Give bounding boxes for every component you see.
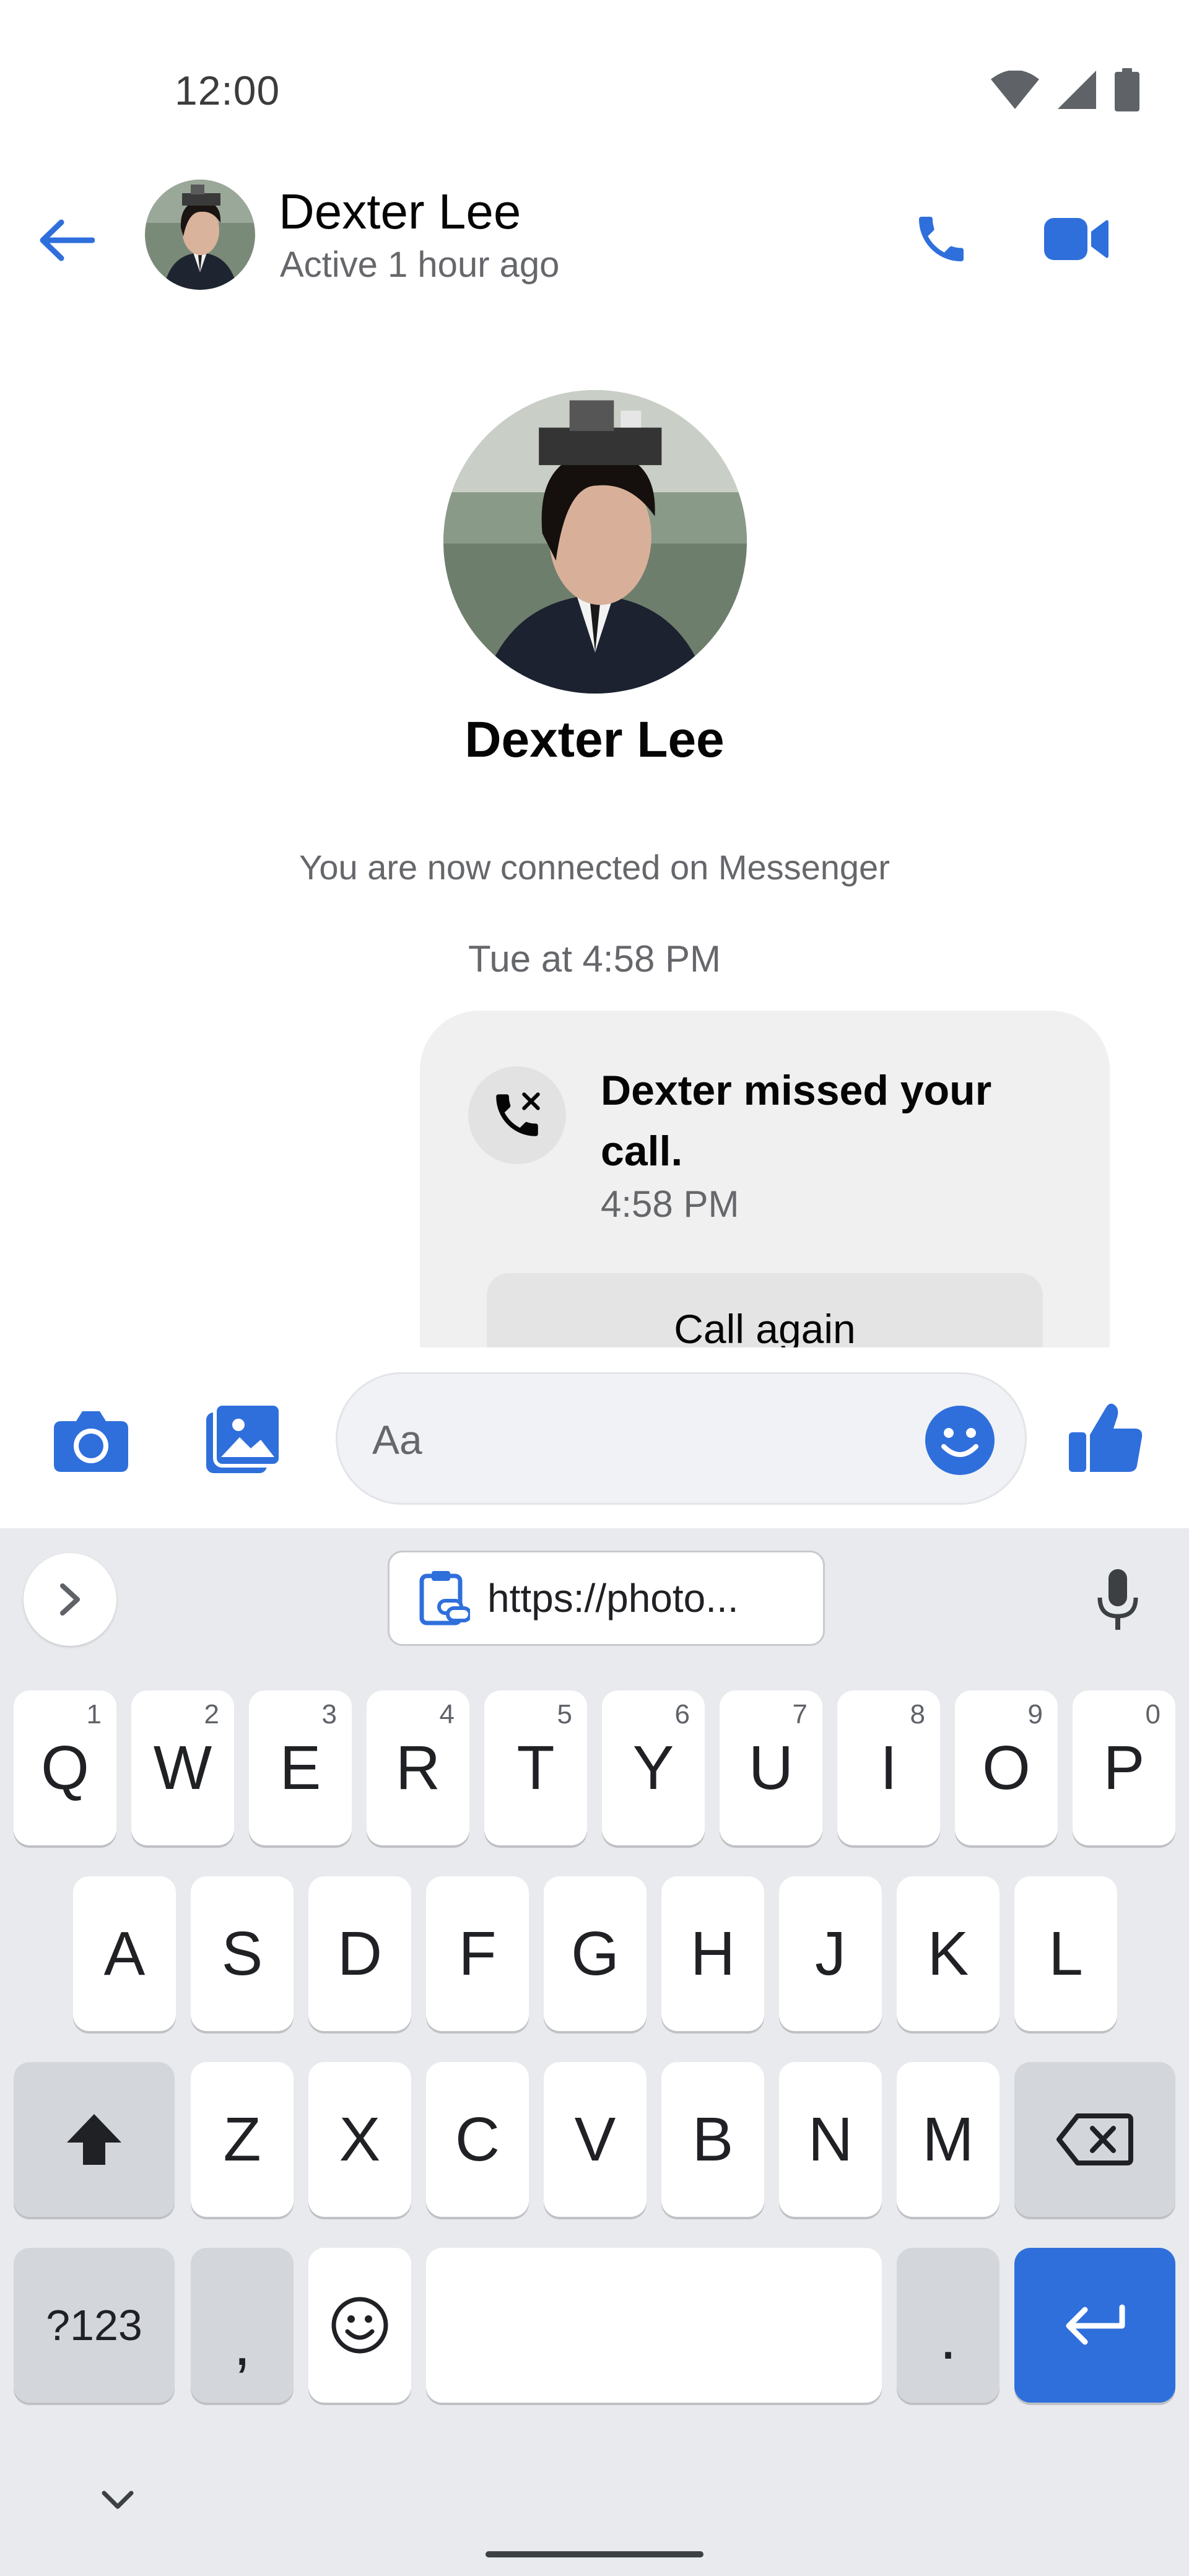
symbols-key[interactable]: ?123 xyxy=(14,2248,175,2403)
key-a[interactable]: A xyxy=(73,1876,176,2031)
connected-notice: You are now connected on Messenger xyxy=(299,848,890,887)
key-c[interactable]: C xyxy=(426,2062,529,2217)
key-f[interactable]: F xyxy=(426,1876,529,2031)
gallery-button[interactable] xyxy=(202,1397,285,1480)
message-composer xyxy=(0,1347,1189,1528)
period-key[interactable]: . xyxy=(897,2248,1000,2403)
enter-icon xyxy=(1066,2304,1125,2345)
key-p[interactable]: P0 xyxy=(1073,1690,1175,1845)
gallery-icon xyxy=(206,1404,281,1473)
keyboard-expand-button[interactable] xyxy=(24,1553,116,1646)
cellular-signal-icon xyxy=(1058,71,1096,112)
key-j[interactable]: J xyxy=(779,1876,882,2031)
key-o[interactable]: O9 xyxy=(955,1690,1058,1845)
key-n[interactable]: N xyxy=(779,2062,882,2217)
key-r[interactable]: R4 xyxy=(367,1690,469,1845)
key-g[interactable]: G xyxy=(544,1876,647,2031)
status-bar: 12:00 xyxy=(0,0,1189,161)
shift-icon xyxy=(67,2114,121,2165)
clipboard-text: https://photo... xyxy=(487,1576,739,1621)
call-again-button[interactable]: Call again xyxy=(487,1273,1043,1347)
message-input-container xyxy=(336,1372,1027,1505)
missed-call-time: 4:58 PM xyxy=(601,1183,739,1225)
battery-icon xyxy=(1115,68,1139,115)
camera-icon xyxy=(54,1411,128,1472)
key-w[interactable]: W2 xyxy=(131,1690,234,1845)
contact-active-status: Active 1 hour ago xyxy=(280,245,560,285)
missed-call-title: Dexter missed your call. xyxy=(601,1067,992,1175)
status-icons xyxy=(991,68,1139,115)
shift-key[interactable] xyxy=(14,2062,175,2217)
key-b[interactable]: B xyxy=(661,2062,764,2217)
emoji-key[interactable] xyxy=(308,2248,411,2403)
contact-avatar[interactable] xyxy=(145,180,255,290)
clipboard-link-icon xyxy=(419,1571,470,1625)
backspace-icon xyxy=(1056,2113,1133,2165)
microphone-icon xyxy=(1097,1569,1138,1630)
key-h[interactable]: H xyxy=(661,1876,764,2031)
profile-name: Dexter Lee xyxy=(464,711,725,768)
wifi-icon xyxy=(991,70,1039,112)
phone-icon xyxy=(919,217,964,261)
thumbs-up-icon xyxy=(1069,1403,1143,1472)
chevron-right-icon xyxy=(60,1583,80,1616)
video-call-button[interactable] xyxy=(1033,202,1120,276)
contact-name[interactable]: Dexter Lee xyxy=(279,183,521,240)
voice-input-button[interactable] xyxy=(1078,1557,1158,1643)
message-timestamp: Tue at 4:58 PM xyxy=(468,938,721,980)
enter-key[interactable] xyxy=(1014,2248,1175,2403)
key-e[interactable]: E3 xyxy=(249,1690,352,1845)
key-z[interactable]: Z xyxy=(191,2062,294,2217)
emoji-button[interactable] xyxy=(925,1405,995,1476)
home-indicator[interactable] xyxy=(486,2551,703,2557)
like-button[interactable] xyxy=(1063,1395,1149,1481)
key-s[interactable]: S xyxy=(191,1876,294,2031)
video-camera-icon xyxy=(1044,218,1108,260)
chevron-down-icon xyxy=(102,2491,134,2509)
emoji-icon xyxy=(925,1406,995,1475)
key-i[interactable]: I8 xyxy=(837,1690,940,1845)
missed-call-icon xyxy=(468,1066,566,1164)
profile-avatar[interactable] xyxy=(443,390,747,694)
soft-keyboard: https://photo... Q1 W2 E3 R4 T5 Y6 U7 I8… xyxy=(0,1528,1189,2576)
backspace-key[interactable] xyxy=(1014,2062,1175,2217)
conversation-area[interactable]: Dexter Lee You are now connected on Mess… xyxy=(0,310,1189,1347)
back-button[interactable] xyxy=(36,209,98,271)
voice-call-button[interactable] xyxy=(904,202,978,276)
chat-header: Dexter Lee Active 1 hour ago xyxy=(0,161,1189,310)
camera-button[interactable] xyxy=(50,1399,133,1482)
space-key[interactable] xyxy=(426,2248,882,2403)
back-arrow-icon xyxy=(40,219,95,261)
key-q[interactable]: Q1 xyxy=(14,1690,116,1845)
key-m[interactable]: M xyxy=(897,2062,1000,2217)
key-y[interactable]: Y6 xyxy=(602,1690,705,1845)
message-input[interactable] xyxy=(372,1409,917,1471)
clipboard-suggestion[interactable]: https://photo... xyxy=(388,1551,825,1646)
key-d[interactable]: D xyxy=(308,1876,411,2031)
key-u[interactable]: U7 xyxy=(720,1690,822,1845)
key-k[interactable]: K xyxy=(897,1876,1000,2031)
key-t[interactable]: T5 xyxy=(484,1690,587,1845)
status-time: 12:00 xyxy=(175,67,281,113)
comma-key[interactable]: , xyxy=(191,2248,294,2403)
key-l[interactable]: L xyxy=(1014,1876,1117,2031)
key-x[interactable]: X xyxy=(308,2062,411,2217)
hide-keyboard-button[interactable] xyxy=(93,2482,142,2519)
missed-call-card: Dexter missed your call. 4:58 PM Call ag… xyxy=(420,1011,1110,1347)
emoji-icon xyxy=(331,2297,388,2354)
key-v[interactable]: V xyxy=(544,2062,647,2217)
